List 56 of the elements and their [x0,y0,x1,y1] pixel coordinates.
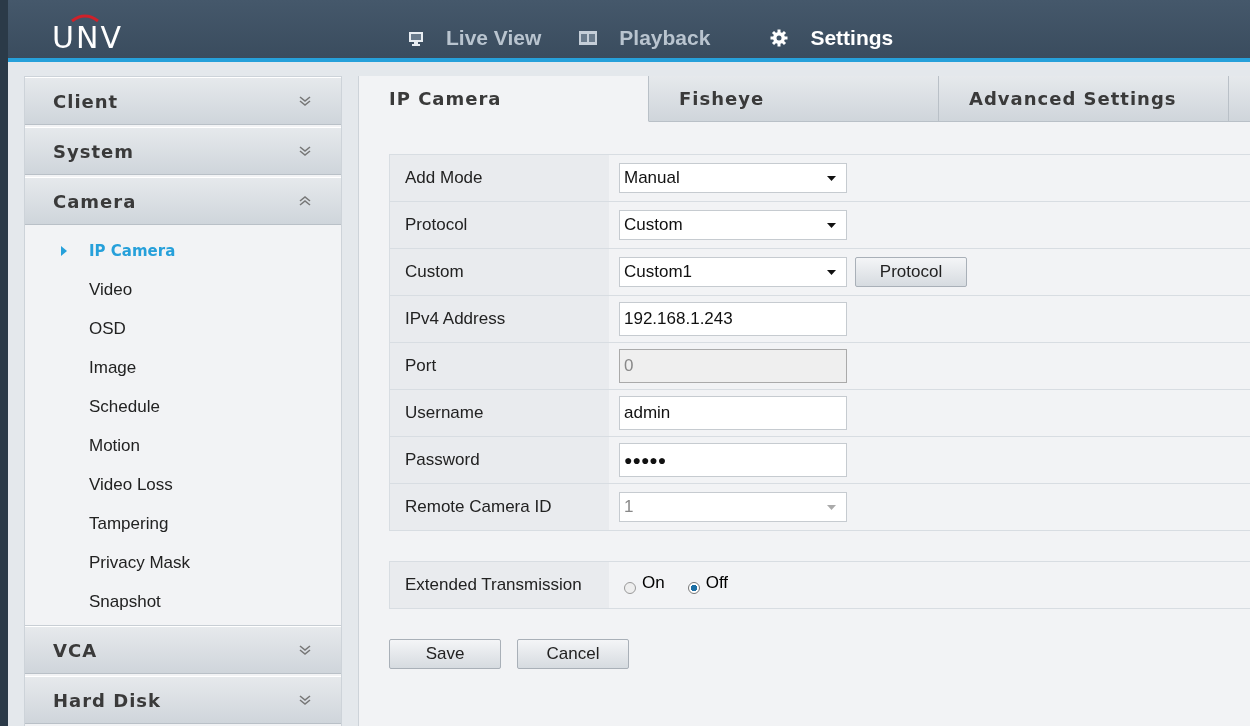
dropdown-arrow-icon [827,175,836,181]
sidebar-item[interactable]: Tampering [25,504,341,543]
tab-strip [1229,76,1250,122]
sidebar-item[interactable]: OSD [25,309,341,348]
field-label: Remote Camera ID [405,497,552,517]
dropdown-arrow-icon [827,222,836,228]
caret-icon [61,245,67,256]
dropdown-arrow-icon [827,269,836,275]
protocol-button[interactable]: Protocol [855,257,967,287]
field-label: Username [405,403,484,423]
dropdown[interactable]: Manual [619,163,847,193]
logo-arc-icon [70,13,100,22]
expand-chevron-icon [299,95,311,107]
radio-option[interactable]: On [624,576,665,594]
expand-chevron-icon [299,694,311,706]
radio-button[interactable] [687,582,700,594]
expand-chevron-icon [299,644,311,656]
logo: UNV [52,22,123,53]
film-icon [579,31,598,45]
field-label: Extended Transmission [405,575,582,595]
nav-tab[interactable]: Live View [404,0,568,62]
field-label: Password [405,450,480,470]
tab[interactable]: Fisheye [649,76,939,122]
action-button[interactable]: Cancel [517,639,629,669]
field-label: Protocol [405,215,468,235]
sidebar-item[interactable]: Schedule [25,387,341,426]
sidebar-group-header[interactable]: System [25,127,341,175]
nav-tab[interactable]: Playback [575,0,737,62]
password-field[interactable]: ●●●●● [619,443,847,477]
field-label: Custom [405,262,464,282]
tab[interactable]: Advanced Settings [939,76,1229,122]
field-label: Add Mode [405,168,483,188]
input-field[interactable]: 192.168.1.243 [619,302,847,336]
monitor-icon [408,30,424,46]
action-button[interactable]: Save [389,639,501,669]
sidebar-item[interactable]: Video Loss [25,465,341,504]
sidebar-group-header[interactable]: VCA [25,626,341,674]
sidebar-item[interactable]: Video [25,270,341,309]
dropdown[interactable]: Custom [619,210,847,240]
input-field[interactable]: admin [619,396,847,430]
gear-icon [770,29,789,47]
dropdown[interactable]: Custom1 [619,257,847,287]
sidebar-group-header[interactable]: Client [25,77,341,125]
collapse-chevron-icon [299,195,311,207]
expand-chevron-icon [299,145,311,157]
sidebar-item[interactable]: Motion [25,426,341,465]
field-label: IPv4 Address [405,309,506,329]
radio-button[interactable] [624,582,636,594]
sidebar-item[interactable]: Privacy Mask [25,543,341,582]
sidebar-item[interactable]: Image [25,348,341,387]
radio-option[interactable]: Off [687,576,729,594]
sidebar-item[interactable]: Snapshot [25,582,341,621]
dropdown-arrow-icon [827,504,836,510]
field-label: Port [405,356,437,376]
sidebar-group-header[interactable]: Camera [25,177,341,225]
sidebar-group-header[interactable]: Hard Disk [25,676,341,724]
